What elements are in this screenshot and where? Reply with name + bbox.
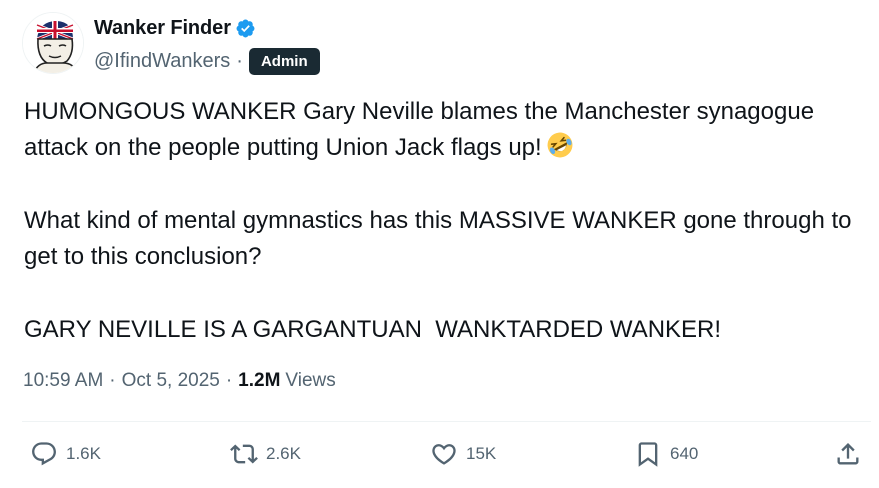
views-label[interactable]: Views [285, 370, 335, 392]
meta-separator: · [225, 370, 233, 391]
reply-count: 1.6K [66, 444, 101, 463]
rolling-on-floor-laughing-emoji [547, 132, 573, 158]
separator-dot: · [236, 49, 243, 72]
avatar[interactable] [22, 12, 84, 74]
repost-icon [230, 444, 258, 464]
action-bar: 1.6K 2.6K 15K 640 [0, 440, 879, 480]
display-name[interactable]: Wanker Finder [94, 17, 231, 40]
reply-icon [32, 442, 56, 466]
reply-button[interactable]: 1.6K [30, 440, 101, 468]
tweet-paragraph-1: HUMONGOUS WANKER Gary Neville blames the… [24, 94, 874, 166]
admin-badge: Admin [248, 47, 320, 75]
handle-row: @IfindWankers · Admin [94, 47, 320, 75]
share-icon [837, 443, 859, 465]
author-handle[interactable]: @IfindWankers [94, 50, 230, 73]
verified-badge-icon[interactable] [235, 18, 256, 39]
meta-separator: · [109, 370, 116, 391]
tweet-paragraph-2: What kind of mental gymnastics has this … [24, 207, 852, 270]
like-count: 15K [466, 444, 497, 463]
heart-icon [432, 444, 456, 465]
bookmark-button[interactable]: 640 [634, 440, 698, 468]
bookmark-icon [638, 442, 658, 467]
repost-count: 2.6K [266, 444, 301, 463]
tweet-header: Wanker Finder @IfindWankers · Admin [22, 12, 320, 75]
avatar-image [23, 13, 83, 73]
tweet-paragraph-3: GARY NEVILLE IS A GARGANTUAN WANKTARDED … [24, 316, 722, 343]
repost-button[interactable]: 2.6K [230, 440, 301, 468]
share-button[interactable] [834, 440, 862, 468]
bookmark-count: 640 [670, 444, 699, 463]
author-names: Wanker Finder @IfindWankers · Admin [94, 15, 320, 75]
tweet-time[interactable]: 10:59 AM [23, 370, 103, 392]
tweet-paragraph-1-text: HUMONGOUS WANKER Gary Neville blames the… [24, 98, 815, 161]
tweet-meta: 10:59 AM · Oct 5, 2025 · 1.2M Views [23, 370, 336, 392]
like-button[interactable]: 15K [430, 440, 496, 468]
divider [22, 421, 871, 422]
tweet-date[interactable]: Oct 5, 2025 [122, 370, 220, 392]
views-count[interactable]: 1.2M [238, 370, 280, 392]
tweet-text: HUMONGOUS WANKER Gary Neville blames the… [24, 94, 874, 348]
display-name-row: Wanker Finder [94, 15, 320, 41]
